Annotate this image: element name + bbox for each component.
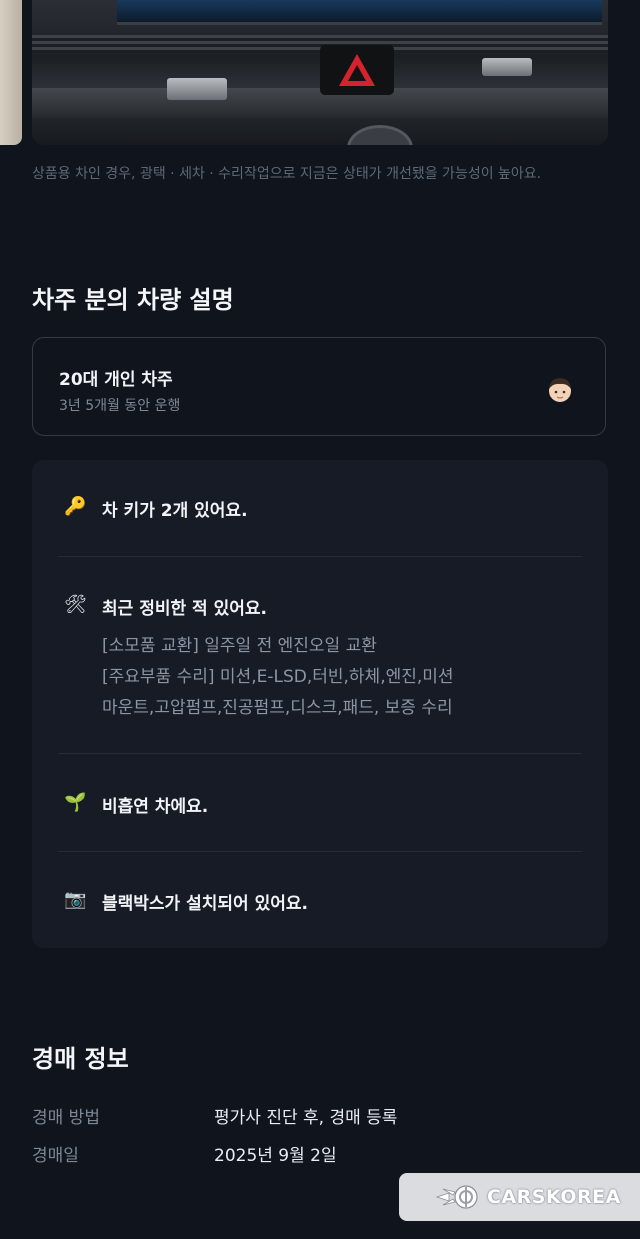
- auction-date-label: 경매일: [32, 1146, 79, 1166]
- maintenance-detail: [소모품 교환] 일주일 전 엔진오일 교환: [102, 636, 377, 656]
- carskorea-logo-icon: [435, 1185, 478, 1209]
- vent-knob-right: [482, 58, 532, 76]
- photo-caption: 상품용 차인 경우, 광택 · 세차 · 수리작업으로 지금은 상태가 개선됐을…: [32, 166, 542, 182]
- seedling-icon: 🌱: [64, 792, 87, 813]
- vent-knob-left: [167, 78, 227, 100]
- previous-photo-thumbnail[interactable]: [0, 0, 22, 145]
- divider: [58, 556, 582, 557]
- infotainment-screen: [117, 0, 602, 25]
- owner-description-title: 차주 분의 차량 설명: [32, 286, 234, 314]
- auction-date-value: 2025년 9월 2일: [214, 1146, 337, 1166]
- auction-method-label: 경매 방법: [32, 1108, 100, 1128]
- owner-title: 20대 개인 차주: [59, 370, 173, 390]
- hazard-triangle-icon: [339, 54, 375, 86]
- owner-driving-period: 3년 5개월 동안 운행: [59, 398, 181, 414]
- maintenance-detail: 마운트,고압펌프,진공펌프,디스크,패드, 보증 수리: [102, 698, 453, 718]
- carskorea-watermark: CARSKOREA: [399, 1173, 640, 1221]
- info-row-text: 블랙박스가 설치되어 있어요.: [102, 894, 308, 914]
- auction-method-value: 평가사 진단 후, 경매 등록: [214, 1108, 398, 1128]
- divider: [58, 753, 582, 754]
- divider: [58, 851, 582, 852]
- auction-info-title: 경매 정보: [32, 1045, 129, 1073]
- info-row-text: 비흡연 차에요.: [102, 797, 209, 817]
- control-dial: [347, 125, 413, 145]
- hazard-button: [320, 45, 394, 95]
- info-row-text: 최근 정비한 적 있어요.: [102, 599, 267, 619]
- owner-notes-box: 🔑 차 키가 2개 있어요. 🛠 최근 정비한 적 있어요. [소모품 교환] …: [32, 460, 608, 948]
- maintenance-detail: [주요부품 수리] 미션,E-LSD,터빈,하체,엔진,미션: [102, 667, 454, 687]
- key-icon: 🔑: [64, 496, 87, 517]
- camera-icon: 📷: [64, 889, 87, 910]
- car-photo-carousel[interactable]: [0, 0, 640, 150]
- owner-card: 20대 개인 차주 3년 5개월 동안 운행: [32, 337, 606, 436]
- hammer-wrench-icon: 🛠: [64, 594, 87, 615]
- watermark-text: CARSKOREA: [487, 1186, 621, 1208]
- car-interior-photo[interactable]: [32, 0, 608, 145]
- info-row-text: 차 키가 2개 있어요.: [102, 501, 248, 521]
- boy-face-icon: [549, 378, 571, 402]
